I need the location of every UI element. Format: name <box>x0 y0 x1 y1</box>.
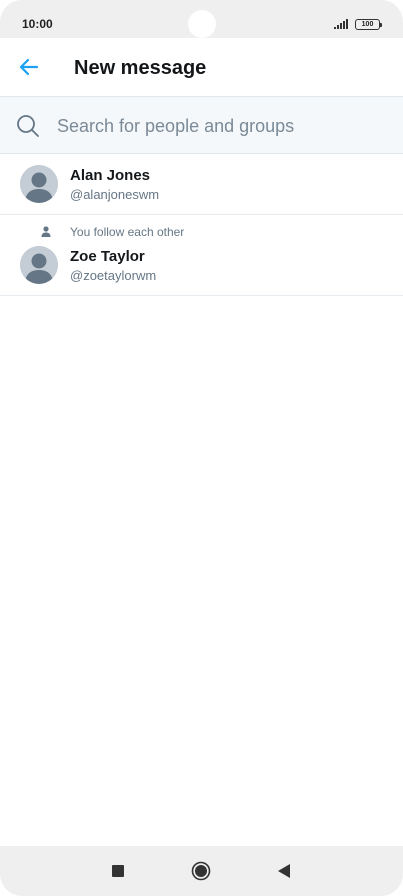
list-item[interactable]: You follow each other Zoe Taylor @zoetay… <box>0 215 403 296</box>
contact-name: Alan Jones <box>70 167 151 184</box>
home-icon <box>191 861 211 881</box>
phone-screen: 10:00 100 New message Search for people … <box>0 0 403 896</box>
search-input[interactable] <box>57 111 387 141</box>
camera-cutout <box>188 10 216 38</box>
recent-apps-button[interactable] <box>106 859 130 883</box>
avatar <box>20 246 58 284</box>
default-avatar-icon <box>20 246 58 284</box>
back-triangle-icon <box>278 864 290 878</box>
list-item[interactable]: Alan Jones @alanjoneswm <box>0 155 403 215</box>
default-avatar-icon <box>20 165 58 203</box>
avatar <box>20 165 58 203</box>
page-title: New message <box>74 57 207 79</box>
search-bar <box>0 96 403 154</box>
system-back-button[interactable] <box>272 859 296 883</box>
contact-name: Zoe Taylor <box>70 248 145 265</box>
recent-apps-icon <box>112 865 124 877</box>
contact-handle: @zoetaylorwm <box>70 268 157 283</box>
status-time: 10:00 <box>22 17 53 31</box>
battery-level: 100 <box>361 21 374 28</box>
contact-handle: @alanjoneswm <box>70 187 160 202</box>
status-bar: 10:00 100 <box>0 0 403 38</box>
battery-icon: 100 <box>355 19 382 30</box>
arrow-left-icon <box>19 58 39 76</box>
navigation-bar <box>0 846 403 896</box>
person-icon <box>41 226 51 237</box>
follow-status: You follow each other <box>70 225 185 239</box>
header: New message <box>0 38 403 96</box>
search-icon <box>17 115 39 137</box>
back-button[interactable] <box>14 52 44 82</box>
home-button[interactable] <box>189 859 213 883</box>
signal-icon <box>334 19 348 29</box>
contact-list: Alan Jones @alanjoneswm You follow each … <box>0 155 403 296</box>
